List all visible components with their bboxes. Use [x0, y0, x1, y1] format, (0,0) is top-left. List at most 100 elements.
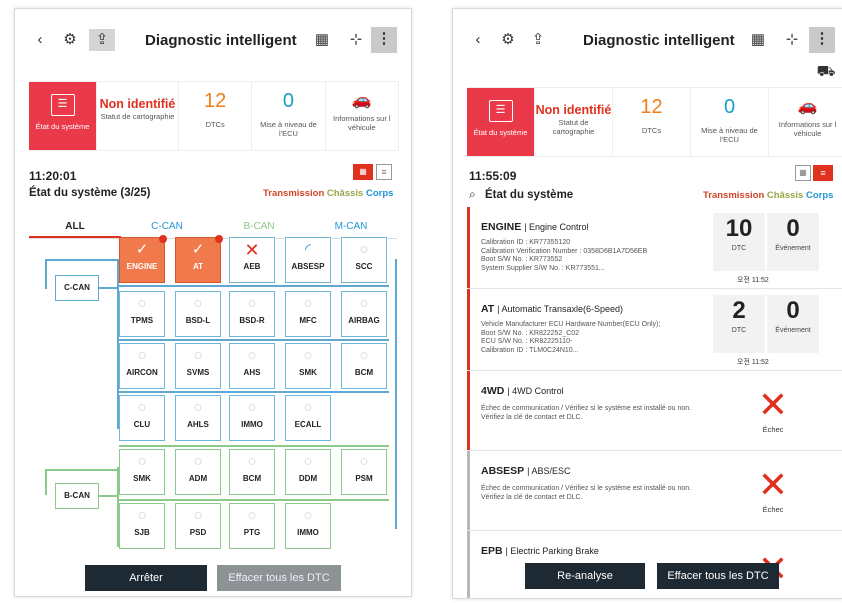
expand-icon[interactable]: ⊹	[781, 29, 803, 51]
back-icon[interactable]: ‹	[467, 29, 489, 51]
ecu-node[interactable]: ○ PSD	[175, 503, 221, 549]
ecu-node[interactable]: ○ TPMS	[119, 291, 165, 337]
grid-view-icon[interactable]: ▦	[795, 165, 811, 181]
filter-body[interactable]: Corps	[366, 188, 393, 199]
filter-chassis[interactable]: Châssis	[327, 188, 363, 199]
card-dtcs[interactable]: 12 DTCs	[613, 88, 691, 156]
ecu-node[interactable]: ○ PTG	[229, 503, 275, 549]
clear-dtc-button[interactable]: Effacer tous les DTC	[657, 563, 779, 589]
card-system-status[interactable]: ☰ État du système	[29, 82, 97, 150]
ecu-name: MFC	[299, 316, 317, 325]
ecu-name: AIRBAG	[348, 316, 380, 325]
card-label: État du système	[35, 122, 90, 131]
ecu-node[interactable]: ○ SCC	[341, 237, 387, 283]
tab-c-can[interactable]: C-CAN	[121, 217, 213, 238]
bus-node[interactable]: B-CAN	[55, 483, 99, 509]
ecu-name: DDM	[298, 474, 318, 483]
more-menu-icon[interactable]: ⋮	[371, 27, 397, 53]
filter-chassis[interactable]: Châssis	[767, 190, 803, 201]
back-icon[interactable]: ‹	[29, 29, 51, 51]
export-icon[interactable]: ⇪	[527, 29, 549, 51]
ecu-name: ENGINE	[126, 262, 158, 271]
ecu-node[interactable]: ○ BCM	[229, 449, 275, 495]
list-view-icon[interactable]: ≡	[813, 165, 833, 181]
search-icon[interactable]: ⌕	[469, 187, 476, 202]
grid-view-icon[interactable]: ▦	[353, 164, 373, 180]
card-mapping[interactable]: Non identifié Statut de cartographie	[535, 88, 613, 156]
dtc-counter: 2 DTC	[713, 295, 765, 353]
ecu-row-epb[interactable]: EPB | Electric Parking Brake ✕	[467, 531, 842, 598]
tab-all[interactable]: ALL	[29, 217, 121, 238]
ecu-node[interactable]: ○ IMMO	[285, 503, 331, 549]
expand-icon[interactable]: ⊹	[345, 29, 367, 51]
check-circle-icon: ○	[247, 399, 257, 416]
ecu-node[interactable]: ○ AHS	[229, 343, 275, 389]
tab-m-can[interactable]: M-CAN	[305, 217, 397, 238]
ecu-node[interactable]: ○ CLU	[119, 395, 165, 441]
ecu-node[interactable]: ✕ AEB	[229, 237, 275, 283]
ecu-row-at[interactable]: AT | Automatic Transaxle(6-Speed) Vehicl…	[467, 289, 842, 371]
system-status-title: État du système	[485, 189, 574, 201]
ecu-node[interactable]: ○ SJB	[119, 503, 165, 549]
ecu-node[interactable]: ○ BSD-L	[175, 291, 221, 337]
more-menu-icon[interactable]: ⋮	[809, 27, 835, 53]
bus-connector	[395, 259, 397, 529]
card-vehicle-info[interactable]: 🚗 Informations sur l véhicule	[769, 88, 842, 156]
ecu-node[interactable]: ○ ECALL	[285, 395, 331, 441]
ecu-node[interactable]: ○ BCM	[341, 343, 387, 389]
card-label: DTCs	[205, 120, 225, 129]
ecu-node[interactable]: ○ AHLS	[175, 395, 221, 441]
check-icon: ✓	[191, 241, 205, 258]
ecu-node[interactable]: ○ SMK	[285, 343, 331, 389]
ecu-node[interactable]: ○ ADM	[175, 449, 221, 495]
rescan-button[interactable]: Re-analyse	[525, 563, 645, 589]
row-title: ENGINE | Engine Control	[481, 221, 589, 233]
card-dtcs[interactable]: 12 DTCs	[179, 82, 253, 150]
ecu-node[interactable]: ○ IMMO	[229, 395, 275, 441]
export-icon[interactable]: ⇪	[89, 29, 115, 51]
filter-body[interactable]: Corps	[806, 190, 833, 201]
ecu-node[interactable]: ○ PSM	[341, 449, 387, 495]
card-value: 0	[282, 90, 295, 112]
ecu-node[interactable]: ○ SMK	[119, 449, 165, 495]
ecu-row-absesp[interactable]: ABSESP | ABS/ESC Échec de communication …	[467, 451, 842, 531]
card-value: Non identifié	[99, 97, 176, 111]
filter-transmission[interactable]: Transmission	[703, 190, 764, 201]
check-icon: ✓	[135, 241, 149, 258]
check-circle-icon: ○	[247, 507, 257, 524]
ecu-name: PSD	[189, 528, 207, 537]
summary-cards: ☰ État du système Non identifié Statut d…	[467, 87, 842, 157]
vehicle-scan-icon[interactable]: ⚙	[59, 29, 81, 51]
card-ecu-update[interactable]: 0 Mise à niveau de l'ECU	[691, 88, 769, 156]
calendar-icon[interactable]: ▦	[311, 29, 333, 51]
card-mapping[interactable]: Non identifié Statut de cartographie	[97, 82, 179, 150]
ecu-node[interactable]: ✓ AT	[175, 235, 223, 283]
ecu-node[interactable]: ○ DDM	[285, 449, 331, 495]
ecu-node[interactable]: ○ SVMS	[175, 343, 221, 389]
filter-transmission[interactable]: Transmission	[263, 188, 324, 199]
ecu-node[interactable]: ◜ ABSESP	[285, 237, 331, 283]
ecu-row-engine[interactable]: ENGINE | Engine Control Calibration ID :…	[467, 207, 842, 289]
vehicle-scan-icon[interactable]: ⚙	[497, 29, 519, 51]
bus-node[interactable]: C-CAN	[55, 275, 99, 301]
card-system-status[interactable]: ☰ État du système	[467, 88, 535, 156]
card-vehicle-info[interactable]: 🚗 Informations sur l véhicule	[326, 82, 399, 150]
card-ecu-update[interactable]: 0 Mise à niveau de l'ECU	[252, 82, 326, 150]
ecu-row-4wd[interactable]: 4WD | 4WD Control Échec de communication…	[467, 371, 842, 451]
card-label: Mise à niveau de l'ECU	[260, 120, 317, 138]
list-view-icon[interactable]: ≡	[376, 164, 392, 180]
ecu-node[interactable]: ○ MFC	[285, 291, 331, 337]
stop-button[interactable]: Arrêter	[85, 565, 207, 591]
check-circle-icon: ○	[303, 399, 313, 416]
car-settings-icon[interactable]: ⛟	[815, 61, 837, 83]
ecu-node[interactable]: ○ AIRCON	[119, 343, 165, 389]
ecu-node[interactable]: ○ AIRBAG	[341, 291, 387, 337]
clear-dtc-button[interactable]: Effacer tous les DTC	[217, 565, 341, 591]
bus-connector	[45, 259, 47, 289]
tab-b-can[interactable]: B-CAN	[213, 217, 305, 238]
ecu-name: PSM	[355, 474, 373, 483]
calendar-icon[interactable]: ▦	[747, 29, 769, 51]
ecu-node[interactable]: ✓ ENGINE	[119, 235, 167, 283]
ecu-node[interactable]: ○ BSD-R	[229, 291, 275, 337]
ecu-name: TPMS	[130, 316, 154, 325]
